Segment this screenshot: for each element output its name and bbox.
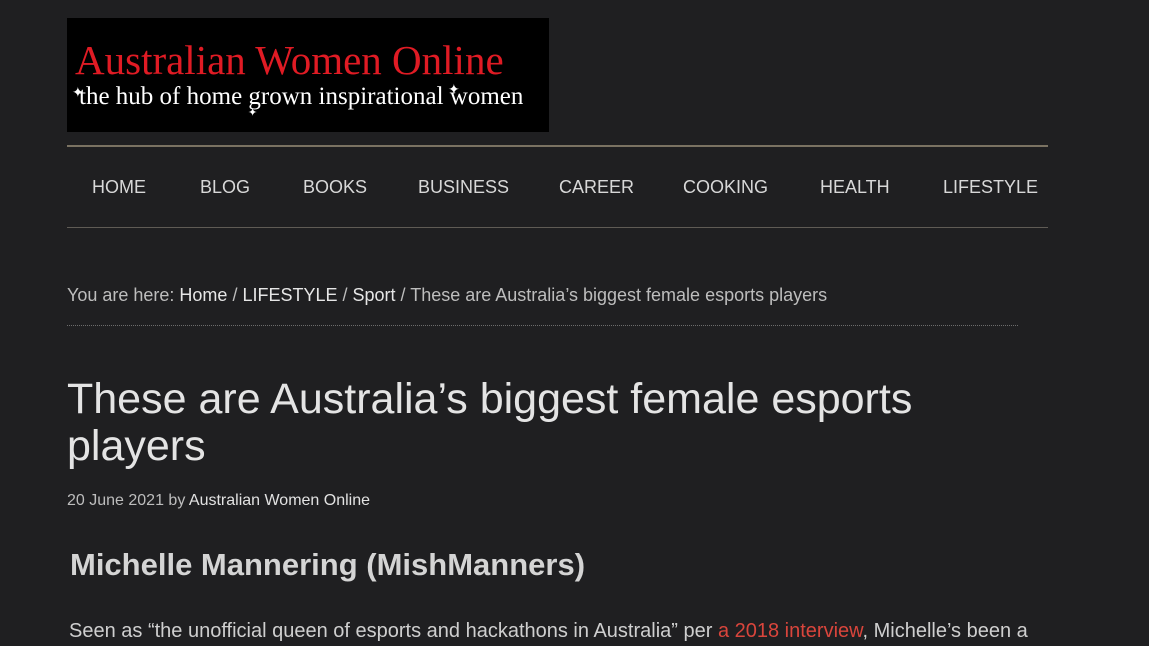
- post-date: 20 June 2021: [67, 492, 164, 509]
- breadcrumb-divider: [67, 325, 1018, 326]
- body-text-end: , Michelle’s been a: [862, 620, 1028, 642]
- nav-item-career[interactable]: CAREER: [559, 177, 634, 198]
- nav-item-health[interactable]: HEALTH: [820, 177, 890, 198]
- breadcrumb-current: These are Australia’s biggest female esp…: [410, 285, 828, 305]
- breadcrumb: You are here: Home / LIFESTYLE / Sport /…: [67, 285, 1018, 306]
- breadcrumb-lifestyle-link[interactable]: LIFESTYLE: [242, 285, 337, 305]
- nav-item-home[interactable]: HOME: [92, 177, 146, 198]
- post-title: These are Australia’s biggest female esp…: [67, 375, 913, 470]
- nav-item-cooking[interactable]: COOKING: [683, 177, 768, 198]
- main-nav: HOME BLOG BOOKS BUSINESS CAREER COOKING …: [67, 145, 1048, 228]
- breadcrumb-separator: /: [395, 285, 411, 305]
- post-author-link[interactable]: Australian Women Online: [189, 492, 370, 509]
- breadcrumb-prefix: You are here:: [67, 285, 180, 305]
- nav-item-blog[interactable]: BLOG: [200, 177, 250, 198]
- site-logo[interactable]: Australian Women Online the hub of home …: [67, 18, 549, 132]
- nav-item-lifestyle[interactable]: LIFESTYLE: [943, 177, 1038, 198]
- page: Australian Women Online the hub of home …: [0, 0, 1149, 646]
- logo-title: Australian Women Online: [75, 37, 504, 83]
- post-by: by: [163, 492, 189, 509]
- breadcrumb-home-link[interactable]: Home: [179, 285, 227, 305]
- section-heading: Michelle Mannering (MishManners): [70, 547, 586, 582]
- sparkle-icon: ✦: [448, 81, 460, 97]
- sparkle-icon: ✦: [248, 107, 258, 119]
- interview-link[interactable]: a 2018 interview: [718, 620, 863, 642]
- nav-item-business[interactable]: BUSINESS: [418, 177, 509, 198]
- nav-item-books[interactable]: BOOKS: [303, 177, 367, 198]
- breadcrumb-separator: /: [227, 285, 243, 305]
- post-meta: 20 June 2021 by Australian Women Online: [67, 492, 370, 510]
- body-text-start: Seen as “the unofficial queen of esports…: [69, 620, 718, 642]
- breadcrumb-separator: /: [337, 285, 353, 305]
- body-paragraph: Seen as “the unofficial queen of esports…: [69, 619, 1028, 643]
- breadcrumb-sport-link[interactable]: Sport: [353, 285, 396, 305]
- sparkle-icon: ✦: [72, 84, 84, 100]
